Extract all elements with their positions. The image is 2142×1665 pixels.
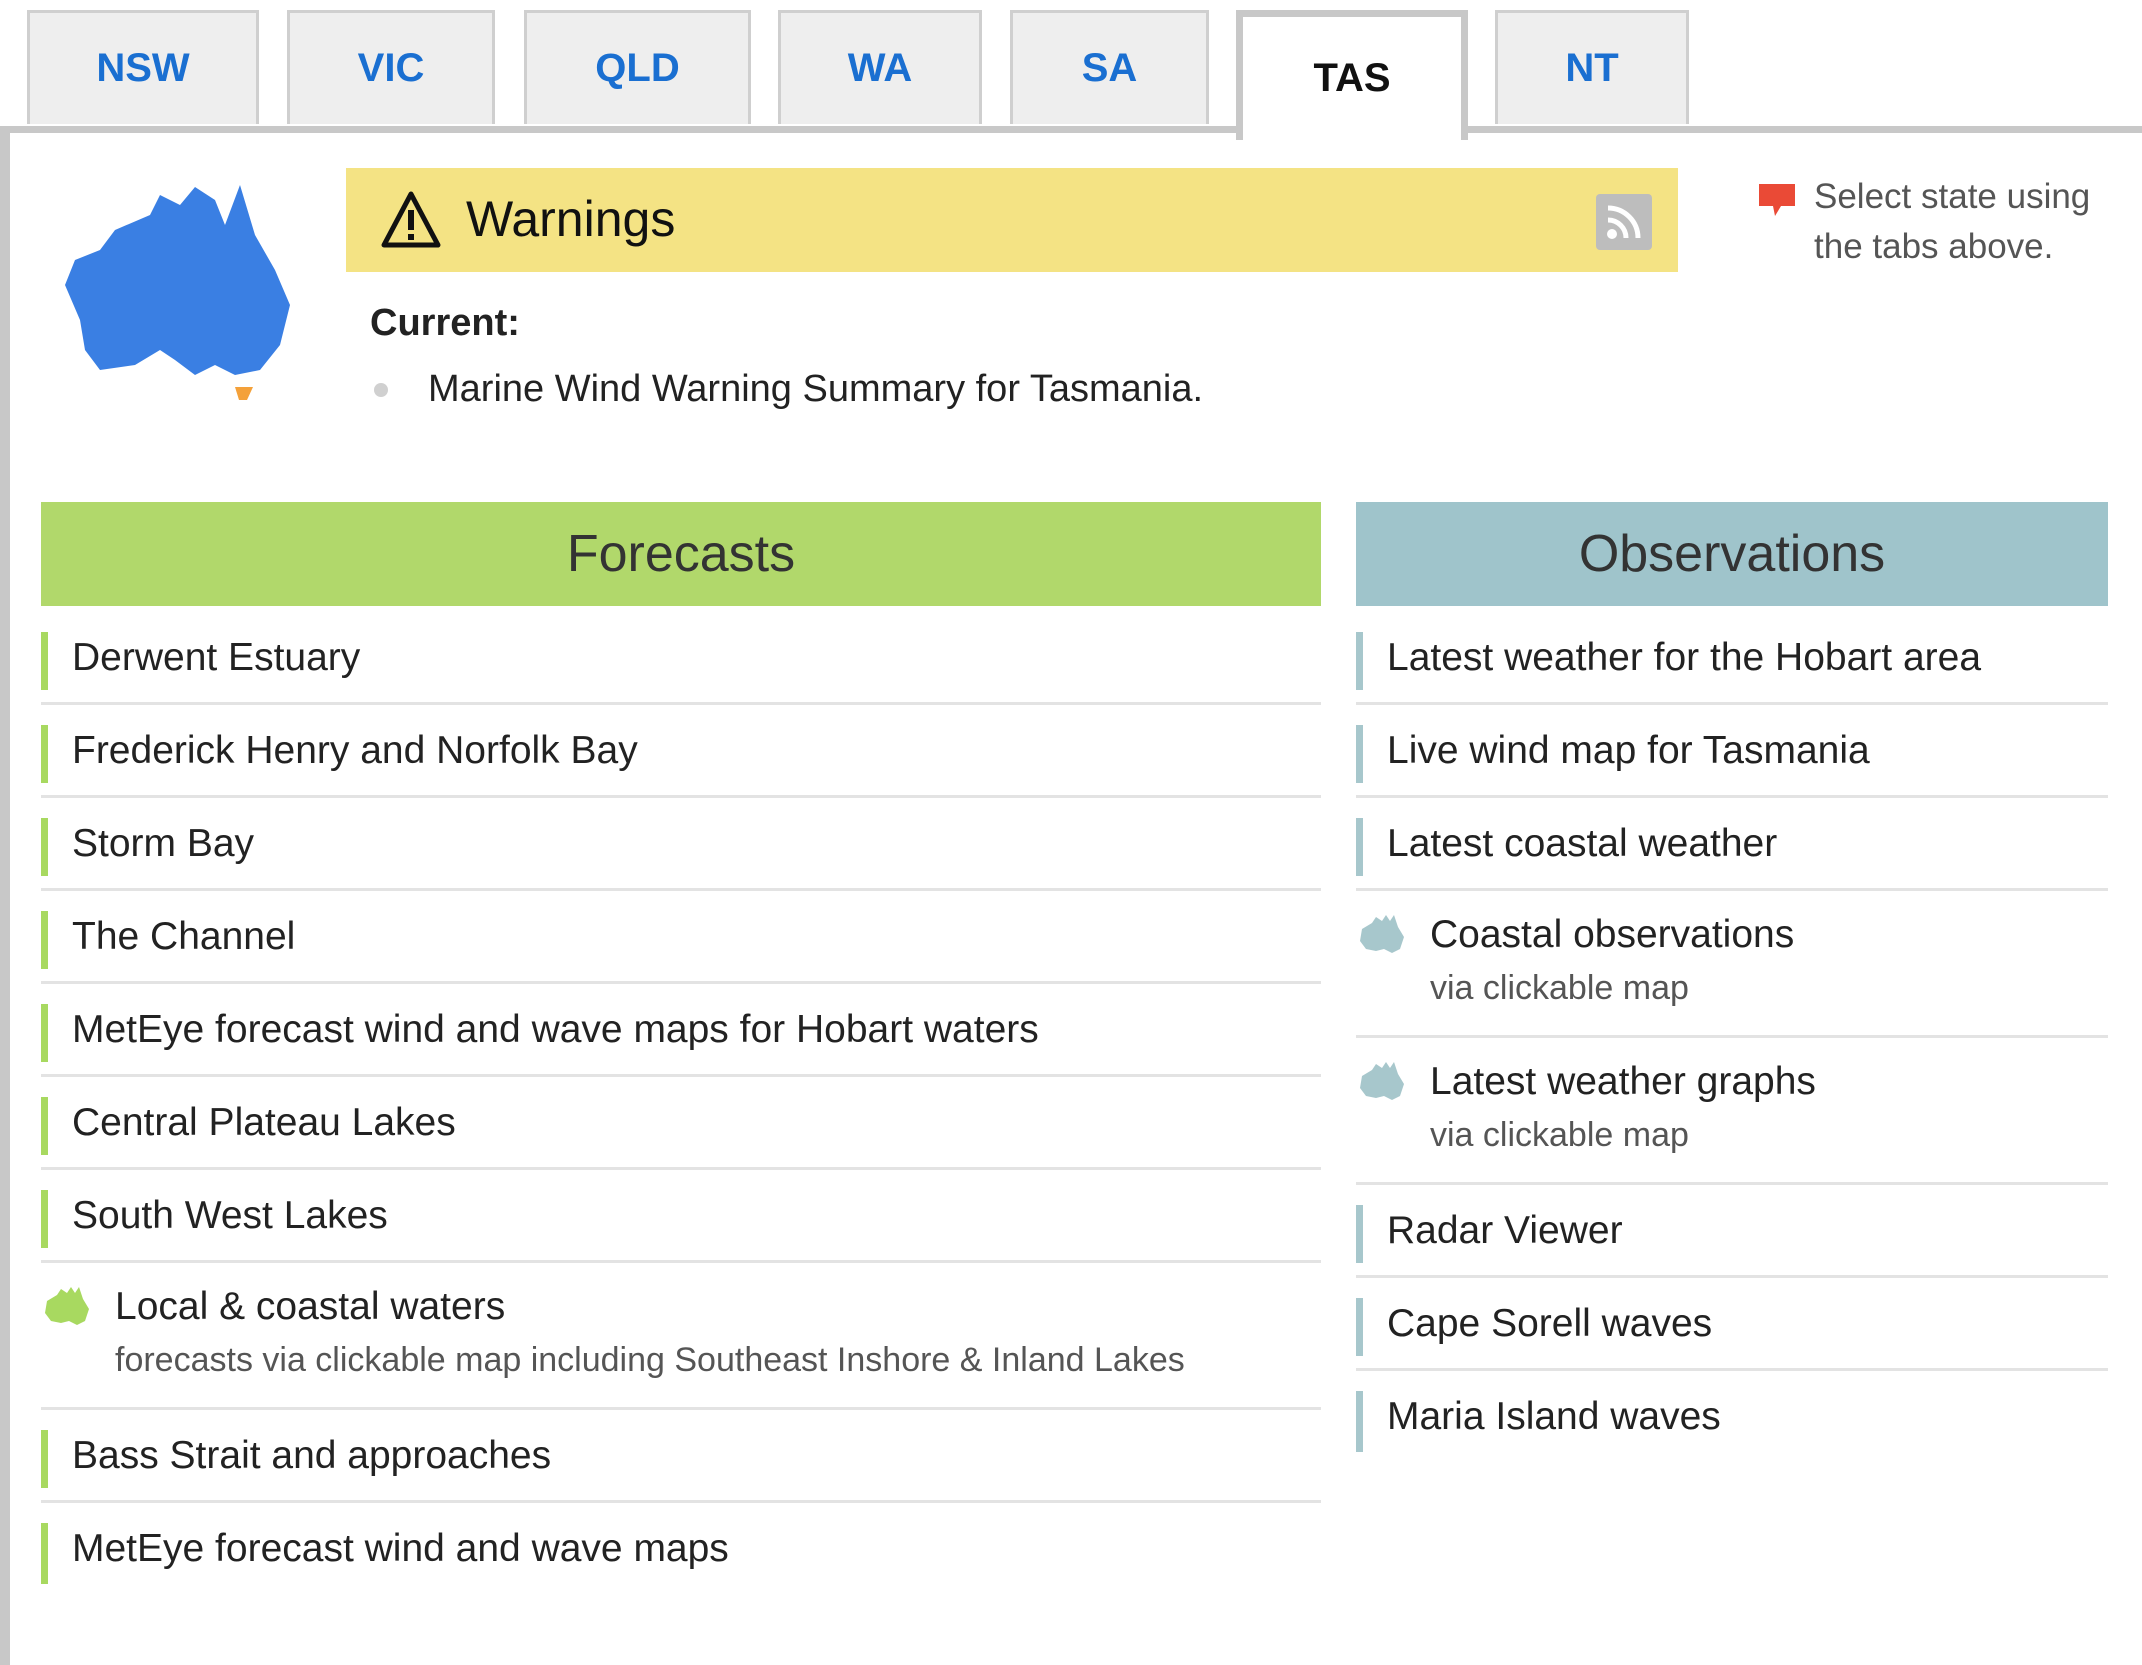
- observation-item-label: Cape Sorell waves: [1387, 1302, 1713, 1345]
- forecast-item-sublabel: forecasts via clickable map including So…: [115, 1341, 1185, 1379]
- observation-item-coastal-observations[interactable]: Coastal observations via clickable map: [1356, 891, 2108, 1038]
- australia-map-icon: [65, 185, 290, 400]
- observations-header: Observations: [1356, 502, 2108, 606]
- forecast-item-label: Bass Strait and approaches: [72, 1434, 552, 1477]
- item-accent: [1356, 725, 1363, 783]
- forecast-item-meteye-maps[interactable]: MetEye forecast wind and wave maps: [41, 1503, 1321, 1596]
- hint-line-1: Select state using: [1814, 177, 2091, 216]
- forecast-item-label: MetEye forecast wind and wave maps for H…: [72, 1008, 1039, 1051]
- observation-item-sublabel: via clickable map: [1430, 1116, 1689, 1154]
- observation-item-cape-sorell-waves[interactable]: Cape Sorell waves: [1356, 1278, 2108, 1371]
- current-warnings-label: Current:: [370, 302, 520, 344]
- observation-item-weather-graphs[interactable]: Latest weather graphs via clickable map: [1356, 1038, 2108, 1185]
- forecast-item-label: Central Plateau Lakes: [72, 1101, 456, 1144]
- item-accent: [41, 632, 48, 690]
- item-accent: [41, 1523, 48, 1584]
- warning-triangle-icon: [381, 191, 441, 248]
- observation-item-radar-viewer[interactable]: Radar Viewer: [1356, 1185, 2108, 1278]
- warnings-bar[interactable]: Warnings: [346, 168, 1678, 272]
- warning-item[interactable]: Marine Wind Warning Summary for Tasmania…: [370, 368, 1203, 411]
- forecast-item-label: MetEye forecast wind and wave maps: [72, 1527, 729, 1570]
- observation-item-label: Latest weather graphs: [1430, 1060, 1816, 1103]
- forecast-item-label: The Channel: [72, 915, 296, 958]
- australia-mini-map-icon: [1360, 1062, 1404, 1100]
- forecast-item-label: Frederick Henry and Norfolk Bay: [72, 729, 638, 772]
- australia-mini-map-icon: [1360, 915, 1404, 953]
- forecast-item-bass-strait[interactable]: Bass Strait and approaches: [41, 1410, 1321, 1503]
- australia-mini-map-icon: [45, 1287, 89, 1325]
- observation-item-label: Latest coastal weather: [1387, 822, 1778, 865]
- item-accent: [41, 911, 48, 969]
- forecast-item-the-channel[interactable]: The Channel: [41, 891, 1321, 984]
- item-accent: [41, 1004, 48, 1062]
- observation-item-live-wind-map[interactable]: Live wind map for Tasmania: [1356, 705, 2108, 798]
- observation-item-sublabel: via clickable map: [1430, 969, 1689, 1007]
- observation-item-label: Live wind map for Tasmania: [1387, 729, 1870, 772]
- forecast-item-meteye-hobart[interactable]: MetEye forecast wind and wave maps for H…: [41, 984, 1321, 1077]
- forecast-item-derwent-estuary[interactable]: Derwent Estuary: [41, 612, 1321, 705]
- bullet-icon: [374, 382, 388, 397]
- item-accent: [41, 725, 48, 783]
- observation-item-coastal-weather[interactable]: Latest coastal weather: [1356, 798, 2108, 891]
- item-accent: [41, 818, 48, 876]
- observation-item-maria-island-waves[interactable]: Maria Island waves: [1356, 1371, 2108, 1464]
- forecast-item-label: Storm Bay: [72, 822, 255, 865]
- forecast-item-south-west-lakes[interactable]: South West Lakes: [41, 1170, 1321, 1263]
- state-select-hint: Select state using the tabs above.: [1756, 172, 2142, 272]
- observation-item-label: Maria Island waves: [1387, 1395, 1721, 1438]
- item-accent: [1356, 818, 1363, 876]
- item-accent: [1356, 1298, 1363, 1356]
- rss-feed-icon[interactable]: [1596, 194, 1652, 250]
- forecast-item-frederick-henry[interactable]: Frederick Henry and Norfolk Bay: [41, 705, 1321, 798]
- forecast-item-label: Derwent Estuary: [72, 636, 361, 679]
- item-accent: [1356, 1205, 1363, 1263]
- forecast-item-local-coastal-waters[interactable]: Local & coastal waters forecasts via cli…: [41, 1263, 1321, 1410]
- item-accent: [41, 1190, 48, 1248]
- warnings-title: Warnings: [466, 191, 676, 247]
- observation-item-label: Latest weather for the Hobart area: [1387, 636, 1982, 679]
- forecast-item-storm-bay[interactable]: Storm Bay: [41, 798, 1321, 891]
- item-accent: [1356, 632, 1363, 690]
- forecast-item-central-plateau-lakes[interactable]: Central Plateau Lakes: [41, 1077, 1321, 1170]
- forecasts-header: Forecasts: [41, 502, 1321, 606]
- item-accent: [41, 1430, 48, 1488]
- observation-item-label: Radar Viewer: [1387, 1209, 1623, 1252]
- item-accent: [1356, 1391, 1363, 1452]
- hint-line-2: the tabs above.: [1814, 227, 2054, 266]
- warning-item-label: Marine Wind Warning Summary for Tasmania…: [428, 368, 1204, 410]
- item-accent: [41, 1097, 48, 1155]
- forecast-item-label: South West Lakes: [72, 1194, 388, 1237]
- observation-item-label: Coastal observations: [1430, 913, 1795, 956]
- observation-item-hobart-weather[interactable]: Latest weather for the Hobart area: [1356, 612, 2108, 705]
- forecast-item-label: Local & coastal waters: [115, 1285, 506, 1328]
